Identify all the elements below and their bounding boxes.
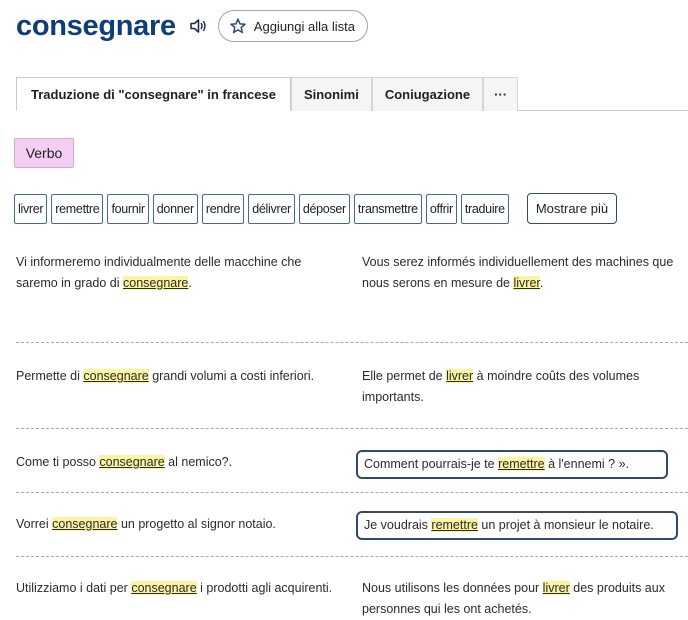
translation-chip[interactable]: rendre [201, 193, 245, 224]
example-text: . [539, 276, 544, 290]
speaker-icon[interactable] [188, 16, 208, 36]
translation-chip[interactable]: traduire [460, 193, 509, 224]
part-of-speech-badge[interactable]: Verbo [14, 138, 74, 168]
translation-chip[interactable]: délivrer [248, 193, 295, 224]
example-divider [16, 342, 688, 343]
example-highlight[interactable]: consegnare [83, 369, 149, 383]
example-text: un progetto al signor notaio. [117, 517, 276, 531]
show-more-button[interactable]: Mostrare più [526, 193, 618, 224]
example-text: Vorrei [16, 517, 53, 531]
example-target-selected[interactable]: Comment pourrais-je te remettre à l'enne… [356, 450, 668, 479]
translation-chip[interactable]: transmettre [353, 193, 422, 224]
translation-chips: livrer remettre fournir donner rendre dé… [14, 193, 618, 224]
example-text: à l'ennemi ? ». [544, 457, 630, 471]
translation-chip[interactable]: offrir [425, 193, 457, 224]
example-highlight[interactable]: consegnare [99, 455, 165, 469]
translation-chip[interactable]: donner [152, 193, 198, 224]
example-text: grandi volumi a costi inferiori. [148, 369, 315, 383]
example-highlight[interactable]: consegnare [52, 517, 118, 531]
example-text: Je voudrais [364, 518, 432, 532]
example-text: un projet à monsieur le notaire. [477, 518, 654, 532]
example-text: Nous utilisons les données pour [362, 581, 543, 595]
translation-chip[interactable]: déposer [298, 193, 350, 224]
example-highlight[interactable]: remettre [431, 518, 478, 532]
example-highlight[interactable]: consegnare [123, 276, 189, 290]
example-target: Elle permet de livrer à moindre coûts de… [362, 366, 688, 408]
headword: consegnare [16, 9, 176, 42]
example-text: Comment pourrais-je te [364, 457, 499, 471]
example-text: i prodotti agli acquirenti. [196, 581, 333, 595]
example-source: Vi informeremo individualmente delle mac… [16, 252, 346, 294]
example-text: Utilizziamo i dati per [16, 581, 132, 595]
example-divider [16, 556, 688, 557]
tab-conjugation[interactable]: Coniugazione [371, 77, 484, 111]
example-source: Utilizziamo i dati per consegnare i prod… [16, 578, 346, 599]
example-text: al nemico?. [164, 455, 233, 469]
example-target-selected[interactable]: Je voudrais remettre un projet à monsieu… [356, 511, 678, 540]
add-to-list-button[interactable]: Aggiungi alla lista [217, 10, 368, 42]
example-source: Vorrei consegnare un progetto al signor … [16, 514, 346, 535]
translation-chip[interactable]: remettre [51, 193, 104, 224]
example-text: Permette di [16, 369, 84, 383]
tab-translation[interactable]: Traduzione di "consegnare" in francese [16, 77, 291, 111]
example-target: Nous utilisons les données pour livrer d… [362, 578, 688, 620]
example-text: Elle permet de [362, 369, 447, 383]
example-source: Come ti posso consegnare al nemico?. [16, 452, 346, 473]
example-highlight[interactable]: livrer [446, 369, 474, 383]
example-text: Come ti posso [16, 455, 100, 469]
example-highlight[interactable]: remettre [498, 457, 545, 471]
example-highlight[interactable]: consegnare [131, 581, 197, 595]
tab-synonyms[interactable]: Sinonimi [290, 77, 372, 111]
star-outline-icon [229, 17, 247, 35]
example-highlight[interactable]: livrer [542, 581, 570, 595]
tab-more[interactable]: ··· [483, 77, 519, 111]
header: consegnare Aggiungi alla lista [16, 8, 368, 44]
example-text: . [188, 276, 192, 290]
add-to-list-label: Aggiungi alla lista [253, 18, 355, 34]
example-highlight[interactable]: livrer [513, 276, 540, 290]
tab-bar: Traduzione di "consegnare" in francese S… [16, 77, 519, 111]
example-target: Vous serez informés individuellement des… [362, 252, 688, 294]
translation-chip[interactable]: livrer [14, 193, 48, 224]
example-source: Permette di consegnare grandi volumi a c… [16, 366, 346, 387]
example-divider [16, 492, 688, 493]
example-divider [16, 428, 688, 429]
translation-chip[interactable]: fournir [107, 193, 149, 224]
